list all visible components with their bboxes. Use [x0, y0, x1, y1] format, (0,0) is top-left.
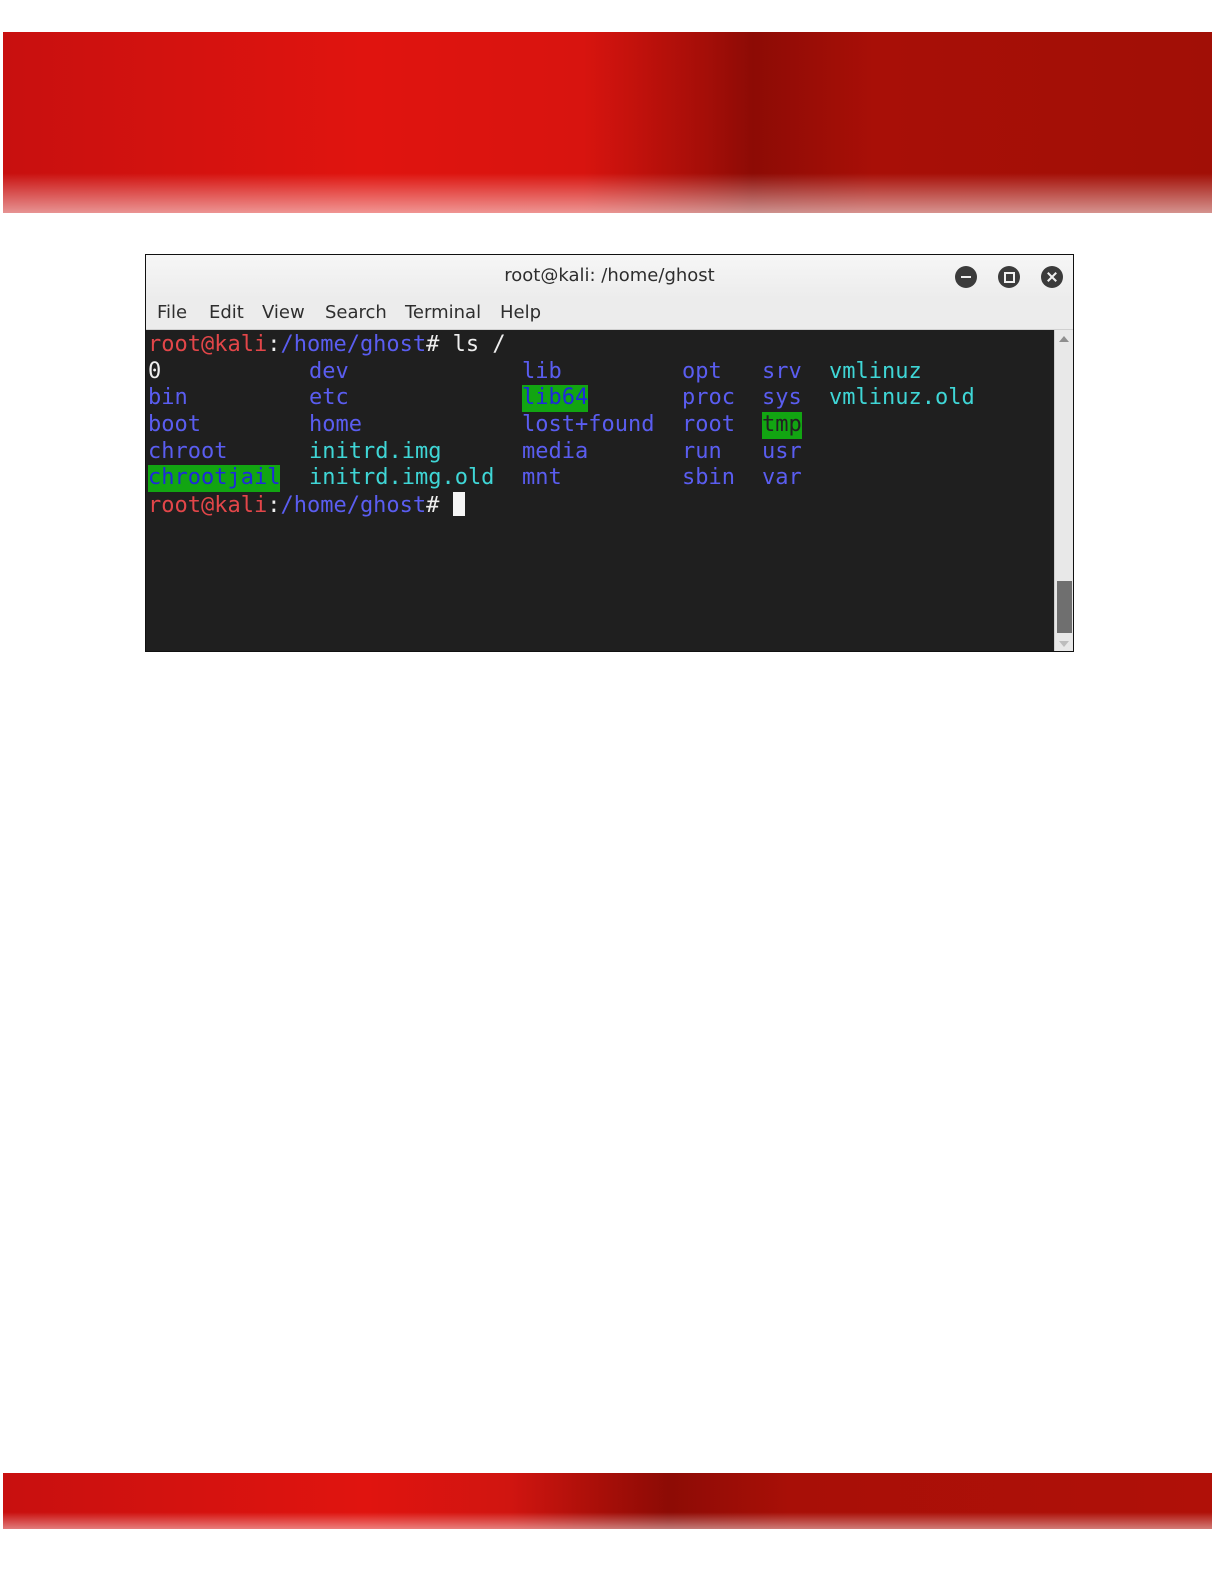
- scrollbar-thumb[interactable]: [1057, 581, 1072, 633]
- listing-entry: usr: [762, 439, 802, 464]
- listing-entry: sys: [762, 385, 802, 410]
- menu-view[interactable]: View: [262, 302, 305, 323]
- listing-entry: dev: [309, 359, 349, 384]
- terminal-window: root@kali: /home/ghost File Edit View Se…: [145, 254, 1074, 652]
- terminal-output[interactable]: root@kali:/home/ghost# ls / 0 dev lib op…: [146, 330, 1054, 651]
- listing-entry: srv: [762, 359, 802, 384]
- listing-entry: vmlinuz: [829, 359, 922, 384]
- menu-search[interactable]: Search: [325, 302, 387, 323]
- close-icon[interactable]: [1041, 266, 1063, 288]
- prompt-path: /home/ghost: [280, 493, 427, 518]
- scroll-down-icon[interactable]: [1059, 641, 1069, 647]
- listing-entry: lost+found: [522, 412, 655, 437]
- listing-row: 0 dev lib opt srv vmlinuz: [148, 359, 922, 385]
- listing-entry: sbin: [682, 465, 735, 490]
- vertical-scrollbar[interactable]: [1054, 330, 1073, 651]
- listing-entry: chrootjail: [148, 465, 281, 492]
- menu-file[interactable]: File: [157, 302, 187, 323]
- listing-entry: 0: [148, 359, 162, 384]
- listing-entry: bin: [148, 385, 188, 410]
- prompt-hash: #: [426, 332, 440, 357]
- prompt-user-host: root@kali: [148, 493, 268, 518]
- listing-row: chrootjail initrd.img.old mnt sbin var: [148, 465, 802, 492]
- listing-entry: run: [682, 439, 722, 464]
- listing-entry: chroot: [148, 439, 228, 464]
- listing-entry: media: [522, 439, 589, 464]
- listing-entry: proc: [682, 385, 735, 410]
- prompt-user-host: root@kali: [148, 332, 268, 357]
- listing-entry: initrd.img: [309, 439, 442, 464]
- listing-row: boot home lost+found root tmp: [148, 412, 802, 439]
- menu-help[interactable]: Help: [500, 302, 541, 323]
- command-line: root@kali:/home/ghost# ls /: [148, 332, 506, 358]
- listing-entry: home: [309, 412, 362, 437]
- footer-banner: [3, 1473, 1212, 1529]
- listing-entry: opt: [682, 359, 722, 384]
- scroll-up-icon[interactable]: [1059, 336, 1069, 342]
- prompt-hash: #: [426, 493, 440, 518]
- listing-entry: etc: [309, 385, 349, 410]
- window-title: root@kali: /home/ghost: [504, 265, 715, 286]
- listing-row: chroot initrd.img media run usr: [148, 439, 802, 465]
- listing-entry: tmp: [762, 412, 802, 439]
- listing-entry: initrd.img.old: [309, 465, 495, 490]
- listing-entry: lib64: [522, 385, 589, 412]
- menu-edit[interactable]: Edit: [209, 302, 244, 323]
- listing-entry: boot: [148, 412, 201, 437]
- listing-entry: vmlinuz.old: [829, 385, 975, 410]
- listing-entry: mnt: [522, 465, 562, 490]
- listing-entry: lib: [522, 359, 562, 384]
- listing-row: bin etc lib64 proc sys vmlinuz.old: [148, 385, 975, 412]
- listing-entry: var: [762, 465, 802, 490]
- minimize-icon[interactable]: [955, 266, 977, 288]
- prompt-path: /home/ghost: [280, 332, 427, 357]
- header-banner: [3, 32, 1212, 213]
- document-page: root@kali: /home/ghost File Edit View Se…: [0, 0, 1224, 1584]
- menu-terminal[interactable]: Terminal: [405, 302, 481, 323]
- prompt-colon: :: [267, 332, 281, 357]
- text-cursor: [452, 492, 465, 516]
- prompt-colon: :: [267, 493, 281, 518]
- command-text: ls /: [439, 332, 506, 357]
- maximize-icon[interactable]: [998, 266, 1020, 288]
- titlebar[interactable]: root@kali: /home/ghost: [146, 255, 1073, 299]
- listing-entry: root: [682, 412, 735, 437]
- menubar: File Edit View Search Terminal Help: [146, 299, 1073, 330]
- prompt-line: root@kali:/home/ghost#: [148, 492, 465, 518]
